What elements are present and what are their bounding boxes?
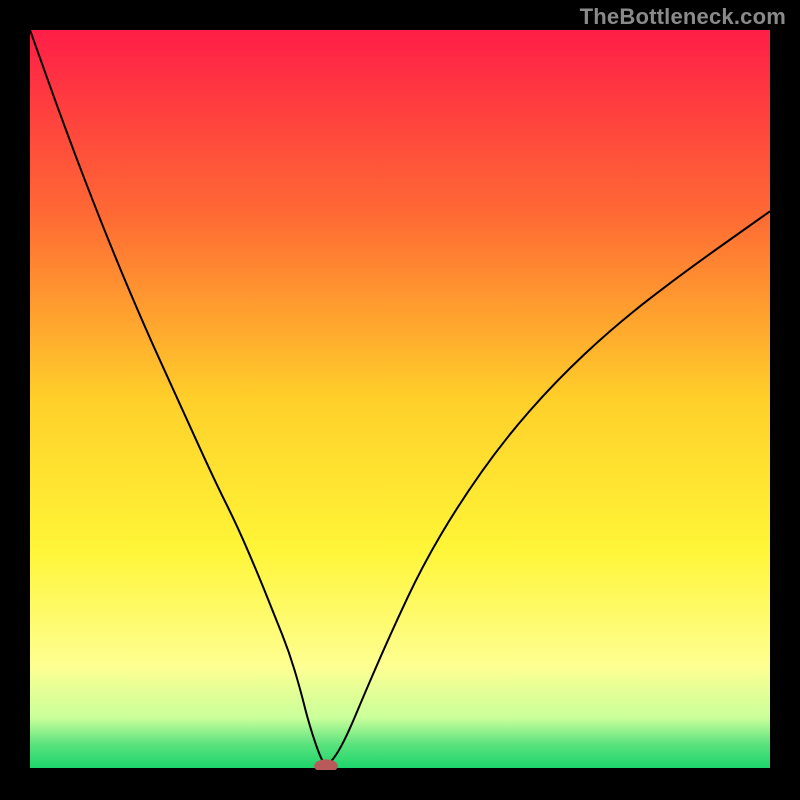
chart-plot-area xyxy=(30,30,770,770)
watermark-text: TheBottleneck.com xyxy=(580,4,786,30)
chart-gradient-background xyxy=(30,30,770,770)
chart-svg xyxy=(30,30,770,770)
chart-outer-frame: TheBottleneck.com xyxy=(0,0,800,800)
